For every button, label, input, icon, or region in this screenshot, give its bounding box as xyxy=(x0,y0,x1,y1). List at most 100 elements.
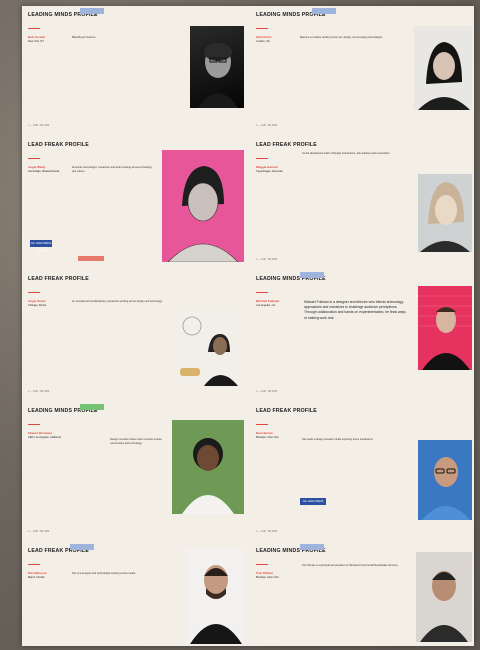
tag-label xyxy=(70,544,94,550)
profile-location: Brooklyn, New York xyxy=(256,575,279,579)
profile-meta: Angie Smart Chicago, Illinois xyxy=(28,299,70,307)
portrait-photo xyxy=(186,548,244,644)
profile-text: Tom Pilman is a principal and president … xyxy=(302,564,399,567)
profile-text: Baba Bayou Susumu. xyxy=(72,36,97,39)
profile-card: LEAD FREAK PROFILE Angie Smart Chicago, … xyxy=(22,270,246,396)
accent-rule xyxy=(256,158,268,160)
profile-body: Baba Bayou Susumu. xyxy=(72,36,148,42)
portrait-silhouette xyxy=(172,420,244,514)
card-footer: 1 — LMP • SE 1950 xyxy=(256,390,278,393)
profile-body: Tom Pilman is a principal and president … xyxy=(302,564,410,570)
portrait-silhouette xyxy=(418,42,470,110)
profile-quote: Michael Fullman is a designer and direct… xyxy=(304,300,406,320)
profile-body: Design innovator whose work connects cul… xyxy=(110,438,166,447)
profile-card: LEAD FREAK PROFILE Angie Wang Cambridge,… xyxy=(22,136,246,264)
profile-meta: Angie Wang Cambridge, Massachusetts xyxy=(28,165,70,173)
card-footer: 1 — LMP • SE 1950 xyxy=(28,390,50,393)
portrait-photo xyxy=(414,26,472,110)
portrait-illustration xyxy=(167,166,239,263)
portrait-photo xyxy=(162,150,244,263)
portrait-photo xyxy=(176,308,244,386)
profile-location: London, UK xyxy=(256,39,270,43)
card-title: LEAD FREAK PROFILE xyxy=(28,276,89,282)
accent-rule xyxy=(28,564,40,566)
portrait-photo xyxy=(416,552,472,642)
card-title: LEAD FREAK PROFILE xyxy=(256,408,317,414)
tag-label xyxy=(80,8,104,14)
portrait-silhouette xyxy=(198,43,238,108)
profile-location: Chicago, Illinois xyxy=(28,303,47,307)
profile-card: LEADING MINDS PROFILE Sharon Brisbane CE… xyxy=(22,402,246,536)
profile-meta: Maggie Hanson Copenhagen, Denmark xyxy=(256,165,298,173)
portrait-silhouette xyxy=(418,295,472,370)
profile-body: Pan is a designer and technologist worki… xyxy=(72,572,170,578)
red-label-block xyxy=(78,256,104,261)
profile-text: As the department chair of Design Intera… xyxy=(302,152,391,155)
profile-body: Maroa is a creative working across art, … xyxy=(300,36,396,42)
profile-text: Pan is a designer and technologist worki… xyxy=(72,572,136,575)
accent-rule xyxy=(28,28,40,30)
tag-label xyxy=(300,272,324,278)
profile-text: An exceptional interdisciplinary researc… xyxy=(72,300,163,303)
profile-card: LEAD FREAK PROFILE Maggie Hanson Copenha… xyxy=(250,136,474,264)
profile-card: LEADING MINDS PROFILE Tom Pilman Brookly… xyxy=(250,542,474,646)
portrait-photo xyxy=(172,420,244,514)
portrait-silhouette xyxy=(420,571,468,642)
profile-card: LEADING MINDS PROFILE Shin Kwon London, … xyxy=(250,6,474,130)
profile-text: American technologist, researcher and wr… xyxy=(72,166,152,173)
accent-rule xyxy=(28,158,40,160)
profile-meta: Bob Joseph New York, NY xyxy=(28,35,70,43)
card-title: LEAD FREAK PROFILE xyxy=(28,142,89,148)
profile-card: LEADING MINDS PROFILE Bob Joseph New Yor… xyxy=(22,6,246,130)
profile-meta: Tom Pilman Brooklyn, New York xyxy=(256,571,298,579)
card-footer: 1 — LMP • SE 1950 xyxy=(256,258,278,261)
card-footer: 1 — LMP • SE 1950 xyxy=(28,530,50,533)
profile-card: LEADING MINDS PROFILE Michael Fullman Lo… xyxy=(250,270,474,396)
tag-label xyxy=(80,404,104,410)
profile-body: Dan leads a design research studio explo… xyxy=(302,438,412,444)
portrait-photo xyxy=(418,440,472,520)
profile-text: Dan leads a design research studio explo… xyxy=(302,438,374,441)
profile-body: American technologist, researcher and wr… xyxy=(72,166,154,175)
tag-label xyxy=(300,544,324,550)
profile-meta: Sharon Brisbane CEP, Los Angeles, Califo… xyxy=(28,431,70,439)
profile-card: LEAD FREAK PROFILE Dan Hernan Brooklyn, … xyxy=(250,402,474,536)
portrait-photo xyxy=(418,174,472,252)
profile-location: Los Angeles, CA xyxy=(256,303,276,307)
accent-rule xyxy=(28,292,40,294)
portrait-silhouette xyxy=(420,182,470,252)
card-footer: 1 — LMP • SE 1950 xyxy=(28,124,50,127)
profile-meta: Michael Fullman Los Angeles, CA xyxy=(256,299,298,307)
profile-body: As the department chair of Design Intera… xyxy=(302,152,412,158)
accent-rule xyxy=(28,424,40,426)
card-title: LEAD FREAK PROFILE xyxy=(256,142,317,148)
profile-meta: Shin Kwon London, UK xyxy=(256,35,298,43)
profile-body: An exceptional interdisciplinary researc… xyxy=(72,300,170,306)
profile-meta: Dan Hernan Brooklyn, New York xyxy=(256,431,298,439)
accent-rule xyxy=(256,424,268,426)
accent-rule xyxy=(256,564,268,566)
profile-card: LEAD FREAK PROFILE Pan Mansoor Miami, Fl… xyxy=(22,542,246,646)
portrait-silhouette xyxy=(190,565,242,644)
profile-location: CEP, Los Angeles, California xyxy=(28,435,61,439)
tag-label xyxy=(312,8,336,14)
join-network-button[interactable]: Join LEAD FREAK Network xyxy=(300,498,326,510)
profile-sheet: LEADING MINDS PROFILE Bob Joseph New Yor… xyxy=(22,6,474,646)
profile-text: Design innovator whose work connects cul… xyxy=(110,438,163,445)
card-footer: 1 — LMP • SE 1950 xyxy=(256,530,278,533)
profile-location: Cambridge, Massachusetts xyxy=(28,169,60,173)
join-network-button[interactable]: Join LEAD FREAK Network xyxy=(30,240,52,252)
portrait-photo xyxy=(418,286,472,370)
profile-location: Copenhagen, Denmark xyxy=(256,169,283,173)
profile-location: New York, NY xyxy=(28,39,45,43)
portrait-scene xyxy=(176,308,244,386)
profile-meta: Pan Mansoor Miami, Florida xyxy=(28,571,70,579)
accent-rule xyxy=(256,28,268,30)
accent-rule xyxy=(256,292,268,294)
profile-location: Brooklyn, New York xyxy=(256,435,279,439)
profile-location: Miami, Florida xyxy=(28,575,45,579)
portrait-silhouette xyxy=(422,457,470,520)
card-footer: 1 — LMP • SE 1950 xyxy=(256,124,278,127)
profile-text: Maroa is a creative working across art, … xyxy=(300,36,383,39)
portrait-photo xyxy=(190,26,244,108)
